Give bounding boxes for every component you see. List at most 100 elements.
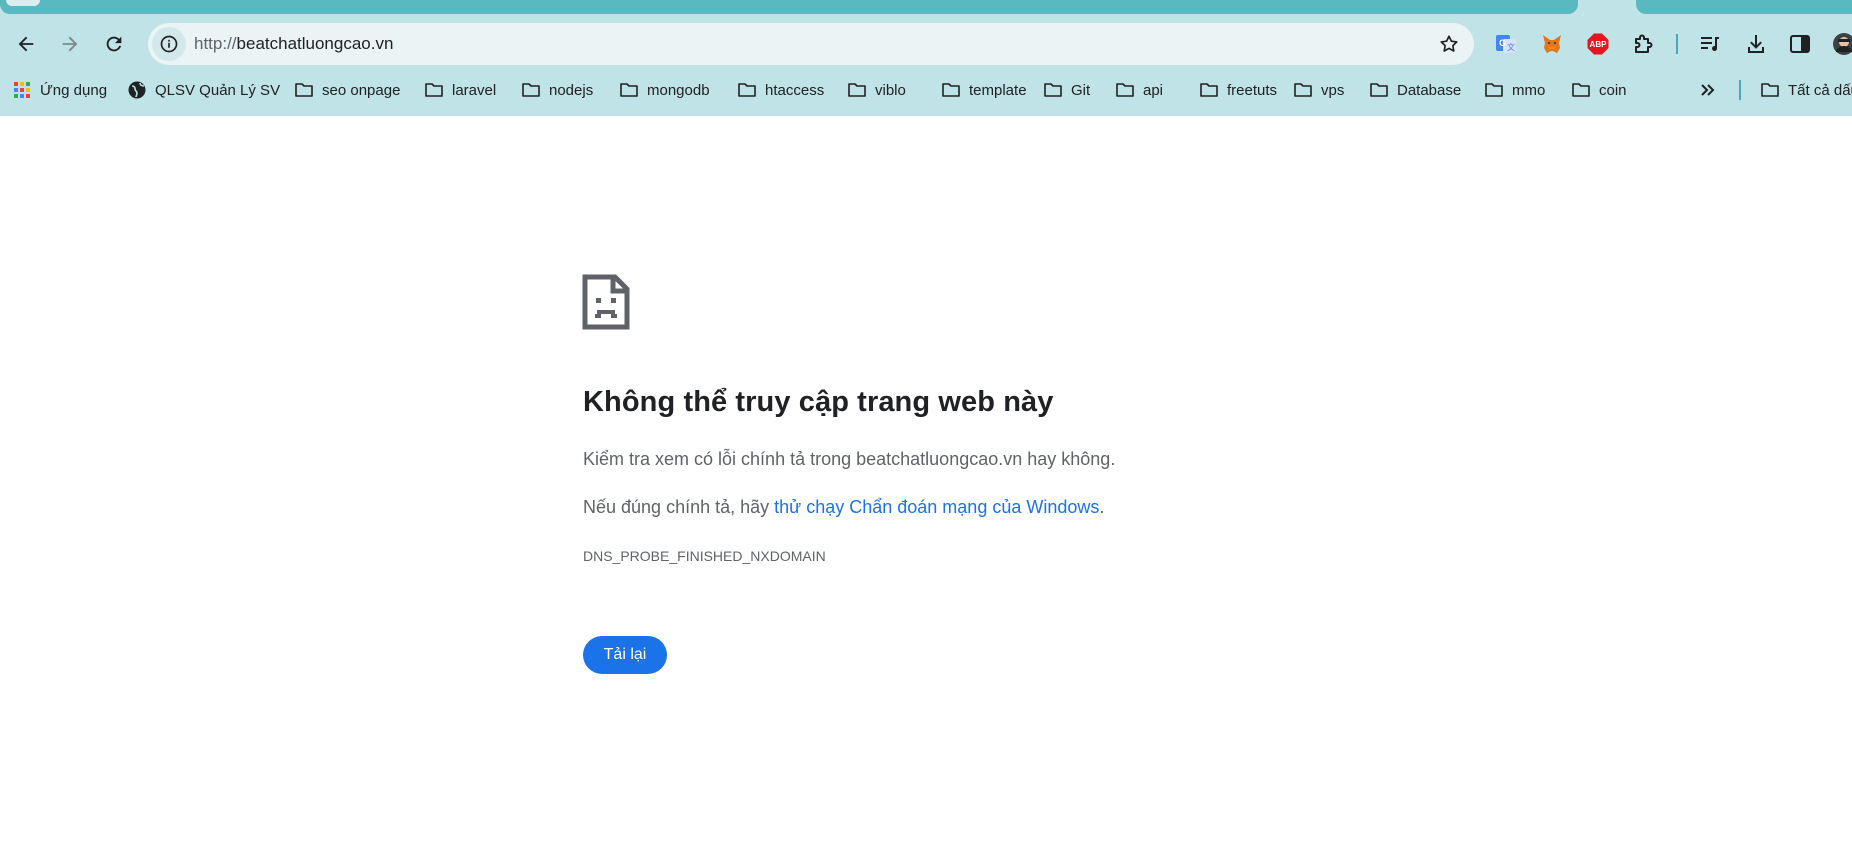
profile-button[interactable]: [1828, 28, 1852, 60]
error-suggestion-spelling: Kiểm tra xem có lỗi chính tả trong beatc…: [583, 449, 1116, 469]
google-translate-extension[interactable]: G文: [1490, 28, 1522, 60]
toolbar: http://beatchatluongcao.vn G文 ABP: [0, 20, 1852, 70]
bookmark-folder[interactable]: api: [1115, 74, 1163, 106]
globe-icon: [128, 81, 146, 99]
bookmark-label: Git: [1071, 81, 1091, 99]
bookmark-label: Tất cả dấu trang: [1788, 81, 1852, 99]
metamask-fox-icon: [1543, 35, 1561, 53]
adblock-plus-icon: ABP: [1587, 33, 1609, 55]
bookmark-label: vps: [1321, 81, 1345, 99]
forward-button[interactable]: [50, 24, 90, 64]
media-control-button[interactable]: [1694, 28, 1726, 60]
url-scheme: http://: [194, 34, 237, 53]
profile-avatar: [1833, 33, 1852, 55]
url-text[interactable]: http://beatchatluongcao.vn: [194, 23, 393, 65]
bookmark-label: laravel: [452, 81, 497, 99]
side-panel-icon: [1790, 35, 1810, 53]
folder-icon: [425, 83, 443, 97]
bookmark-label: seo onpage: [322, 81, 401, 99]
svg-text:ABP: ABP: [1590, 40, 1608, 49]
site-info-button[interactable]: [152, 27, 186, 61]
folder-icon: [522, 83, 540, 97]
download-icon: [1748, 35, 1764, 53]
chevron-double-right-icon: [1701, 84, 1715, 96]
error-suggestion-diagnostics: Nếu đúng chính tả, hãy thử chạy Chẩn đoá…: [583, 497, 1104, 518]
bookmark-label: mongodb: [647, 81, 710, 99]
metamask-extension[interactable]: [1536, 28, 1568, 60]
bookmark-folder[interactable]: nodejs: [521, 74, 593, 106]
folder-icon: [1370, 83, 1388, 97]
bookmark-label: viblo: [875, 81, 906, 99]
bookmark-folder[interactable]: coin: [1571, 74, 1627, 106]
bookmarks-separator: [1739, 80, 1741, 100]
bookmark-label: template: [969, 81, 1027, 99]
diagnostics-prefix: Nếu đúng chính tả, hãy: [583, 497, 775, 517]
sad-page-icon: [582, 274, 630, 330]
folder-icon: [848, 83, 866, 97]
bookmarks-bar: Ứng dụng QLSV Quản Lý SV seo onpage larav…: [0, 74, 1852, 106]
adblock-plus-extension[interactable]: ABP: [1582, 28, 1614, 60]
bookmark-apps[interactable]: Ứng dụng: [12, 74, 107, 106]
folder-icon: [1485, 83, 1503, 97]
bookmark-folder[interactable]: Git: [1043, 74, 1090, 106]
bookmarks-overflow-button[interactable]: [1698, 74, 1718, 106]
folder-icon: [1116, 83, 1134, 97]
reload-button[interactable]: Tải lại: [583, 636, 667, 674]
bookmark-folder[interactable]: laravel: [424, 74, 496, 106]
browser-chrome: http://beatchatluongcao.vn G文 ABP Ứng dụ…: [0, 0, 1852, 116]
svg-text:G: G: [1499, 38, 1506, 48]
error-code: DNS_PROBE_FINISHED_NXDOMAIN: [583, 548, 826, 564]
folder-icon: [1572, 83, 1590, 97]
bookmark-label: coin: [1599, 81, 1627, 99]
bookmark-folder[interactable]: template: [941, 74, 1027, 106]
svg-text:文: 文: [1507, 42, 1515, 52]
all-bookmarks-folder[interactable]: Tất cả dấu trang: [1760, 74, 1852, 106]
bookmark-folder[interactable]: seo onpage: [294, 74, 400, 106]
arrow-left-icon: [18, 36, 34, 52]
tab-strip-bar-right: [1636, 0, 1852, 14]
bookmark-star-icon[interactable]: [1438, 33, 1460, 55]
bookmark-label: mmo: [1512, 81, 1546, 99]
bookmark-qlsv[interactable]: QLSV Quản Lý SV: [127, 74, 280, 106]
extensions-button[interactable]: [1628, 28, 1660, 60]
bookmark-label: api: [1143, 81, 1164, 99]
error-title: Không thể truy cập trang web này: [583, 386, 1054, 418]
info-icon: [160, 35, 178, 53]
folder-icon: [1294, 83, 1312, 97]
folder-icon: [295, 83, 313, 97]
folder-icon: [738, 83, 756, 97]
bookmark-folder[interactable]: mongodb: [619, 74, 710, 106]
google-translate-icon: G文: [1496, 35, 1516, 53]
bookmark-label: nodejs: [549, 81, 594, 99]
bookmark-folder[interactable]: viblo: [847, 74, 906, 106]
reload-page-button[interactable]: [94, 24, 134, 64]
media-control-icon: [1701, 37, 1719, 51]
reload-icon: [106, 36, 122, 52]
apps-grid-icon: [14, 82, 30, 98]
downloads-button[interactable]: [1740, 28, 1772, 60]
diagnostics-suffix: .: [1099, 497, 1105, 517]
bookmark-folder[interactable]: vps: [1293, 74, 1344, 106]
folder-icon: [620, 83, 638, 97]
toolbar-separator: [1676, 34, 1678, 54]
address-bar[interactable]: http://beatchatluongcao.vn: [148, 23, 1474, 65]
bookmark-label: freetuts: [1227, 81, 1278, 99]
bookmark-label: htaccess: [765, 81, 825, 99]
bookmark-label: QLSV Quản Lý SV: [155, 81, 281, 99]
folder-icon: [1761, 83, 1779, 97]
bookmark-label: Database: [1397, 81, 1462, 99]
active-tab[interactable]: [6, 0, 40, 6]
back-button[interactable]: [6, 24, 46, 64]
side-panel-button[interactable]: [1784, 28, 1816, 60]
tab-strip: [0, 0, 1852, 16]
bookmark-folder[interactable]: htaccess: [737, 74, 824, 106]
bookmark-folder[interactable]: freetuts: [1199, 74, 1277, 106]
bookmark-folder[interactable]: mmo: [1484, 74, 1545, 106]
windows-diagnostics-link[interactable]: thử chạy Chẩn đoán mạng của Windows: [774, 497, 1099, 517]
tab-strip-bar: [0, 0, 1578, 14]
folder-icon: [1044, 83, 1062, 97]
bookmark-folder[interactable]: Database: [1369, 74, 1461, 106]
folder-icon: [1200, 83, 1218, 97]
extensions-puzzle-icon: [1635, 34, 1653, 53]
url-host: beatchatluongcao.vn: [236, 34, 394, 53]
